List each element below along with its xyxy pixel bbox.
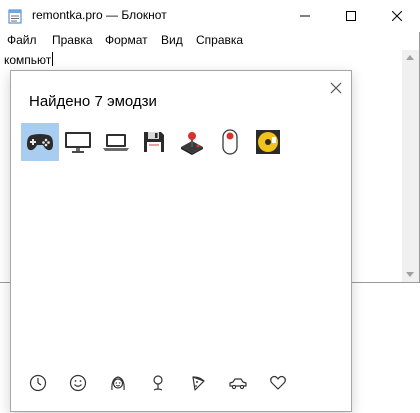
text-caret (52, 52, 54, 66)
menu-help[interactable]: Справка (196, 33, 243, 47)
window-title: remontka.pro — Блокнот (32, 8, 167, 22)
emoji-game-controller[interactable] (21, 123, 59, 161)
minimize-button[interactable] (282, 0, 328, 32)
emoji-panel: Найдено 7 эмодзи (10, 70, 352, 412)
category-people[interactable] (108, 373, 128, 393)
emoji-joystick[interactable] (173, 123, 211, 161)
editor-text: компьют (4, 53, 52, 67)
emoji-optical-disc[interactable] (249, 123, 287, 161)
notepad-icon (8, 9, 22, 24)
category-smileys[interactable] (68, 373, 88, 393)
floppy-disk-icon (144, 132, 164, 152)
optical-disc-icon (256, 130, 280, 154)
menu-format[interactable]: Формат (105, 33, 148, 47)
maximize-icon (346, 11, 356, 21)
recent-clock-icon (29, 374, 47, 392)
game-controller-icon (27, 134, 53, 151)
category-recent[interactable] (28, 373, 48, 393)
laptop-icon (103, 134, 129, 151)
close-button[interactable] (374, 0, 420, 32)
car-icon (229, 378, 247, 390)
smiley-icon (69, 374, 87, 392)
emoji-computer-mouse[interactable] (211, 123, 249, 161)
minimize-icon (300, 15, 310, 17)
menu-edit[interactable]: Правка (52, 33, 93, 47)
emoji-floppy-disk[interactable] (135, 123, 173, 161)
menu-file[interactable]: Файл (7, 33, 37, 47)
desktop-computer-icon (65, 132, 91, 153)
maximize-button[interactable] (328, 0, 374, 32)
people-icon (111, 376, 125, 391)
close-icon[interactable] (329, 81, 343, 95)
computer-mouse-icon (222, 129, 238, 155)
location-pin-icon (153, 375, 163, 391)
category-travel[interactable] (228, 373, 248, 393)
category-food[interactable] (188, 373, 208, 393)
heart-icon (270, 375, 286, 390)
close-icon (392, 11, 402, 21)
category-places[interactable] (148, 373, 168, 393)
title-bar[interactable]: remontka.pro — Блокнот (0, 0, 420, 32)
food-pizza-icon (192, 376, 205, 391)
emoji-search-heading: Найдено 7 эмодзи (29, 93, 157, 110)
scroll-up-icon[interactable] (406, 55, 414, 60)
emoji-desktop-computer[interactable] (59, 123, 97, 161)
joystick-icon (181, 132, 203, 155)
menu-bar: Файл Правка Формат Вид Справка (0, 32, 420, 50)
emoji-laptop[interactable] (97, 123, 135, 161)
menu-view[interactable]: Вид (161, 33, 183, 47)
category-symbols[interactable] (268, 373, 288, 393)
scroll-down-icon[interactable] (406, 272, 414, 277)
vertical-scrollbar[interactable] (402, 50, 419, 282)
